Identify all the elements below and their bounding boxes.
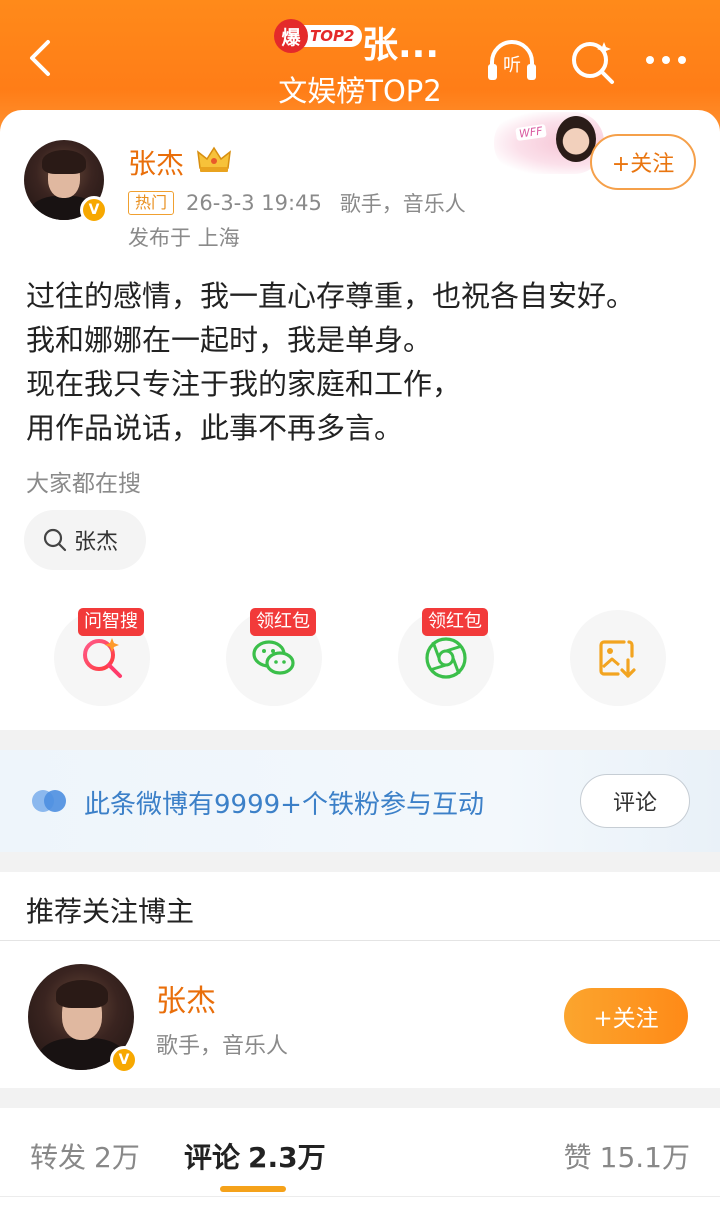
search-chip-label: 张杰 bbox=[74, 530, 119, 555]
fans-text: 此条微博有9999+个铁粉参与互动 bbox=[84, 790, 484, 820]
tab-like-count: 15.1万 bbox=[599, 1141, 690, 1174]
hot-rank-label: TOP2 bbox=[302, 25, 363, 47]
tab-comment[interactable]: 评论 2.3万 bbox=[184, 1136, 326, 1176]
moments-icon bbox=[425, 637, 467, 679]
moments-badge: 领红包 bbox=[422, 608, 488, 636]
hot-icon: 爆 bbox=[274, 19, 308, 53]
recommend-title: 推荐关注博主 bbox=[26, 895, 195, 928]
search-icon bbox=[43, 528, 67, 552]
post-location: 发布于 上海 bbox=[128, 226, 240, 250]
more-icon[interactable] bbox=[640, 36, 696, 86]
post-time: 26-3-3 19:45 bbox=[186, 191, 322, 215]
search-spark-icon[interactable] bbox=[566, 36, 622, 86]
fans-interaction-strip[interactable]: 此条微博有9999+个铁粉参与互动 评论 bbox=[0, 750, 720, 852]
ai-search-icon bbox=[83, 638, 122, 678]
fans-comment-button[interactable]: 评论 bbox=[580, 774, 690, 828]
recommend-follow-button[interactable]: +关注 bbox=[564, 988, 688, 1044]
topic-title[interactable]: 张... bbox=[362, 16, 439, 68]
decor-tag: WFF bbox=[515, 124, 547, 141]
ai-search-badge: 问智搜 bbox=[78, 608, 144, 636]
fans-icon bbox=[32, 790, 66, 812]
follow-button[interactable]: +关注 bbox=[590, 134, 696, 190]
verified-icon: V bbox=[110, 1046, 138, 1074]
post-text-line: 我和娜娜在一起时，我是单身。 bbox=[26, 323, 433, 357]
user-identity: 歌手，音乐人 bbox=[339, 192, 466, 216]
tab-forward-count: 2万 bbox=[94, 1141, 140, 1174]
post-text-line: 过往的感情，我一直心存尊重，也祝各自安好。 bbox=[26, 279, 636, 313]
recommend-desc: 歌手，音乐人 bbox=[156, 1034, 289, 1059]
post-text: 过往的感情，我一直心存尊重，也祝各自安好。 我和娜娜在一起时，我是单身。 现在我… bbox=[26, 274, 706, 450]
recommend-avatar[interactable]: V bbox=[28, 964, 138, 1074]
hot-tag: 热门 bbox=[128, 191, 175, 215]
tab-like[interactable]: 赞 15.1万 bbox=[564, 1136, 690, 1176]
tab-forward-label: 转发 bbox=[30, 1141, 87, 1174]
post-text-line: 用作品说话，此事不再多言。 bbox=[26, 411, 404, 445]
user-avatar[interactable]: V bbox=[24, 140, 108, 224]
crown-icon bbox=[197, 146, 231, 172]
verified-icon: V bbox=[80, 196, 108, 224]
user-name[interactable]: 张杰 bbox=[128, 142, 184, 182]
tab-like-label: 赞 bbox=[563, 1141, 592, 1174]
post-meta: 热门 26-3-3 19:45 歌手，音乐人 bbox=[128, 188, 466, 218]
listen-icon[interactable]: 听 bbox=[484, 36, 540, 86]
recommend-card: 推荐关注博主 V 张杰 歌手，音乐人 +关注 bbox=[0, 872, 720, 1088]
decor-banner[interactable]: WFF bbox=[494, 112, 604, 174]
post-text-line: 现在我只专注于我的家庭和工作， bbox=[26, 367, 462, 401]
wechat-icon bbox=[252, 640, 295, 675]
wechat-badge: 领红包 bbox=[250, 608, 316, 636]
interaction-tabs: 转发 2万 评论 2.3万 赞 15.1万 bbox=[0, 1108, 720, 1214]
tab-comment-count: 2.3万 bbox=[248, 1141, 326, 1174]
listen-glyph: 听 bbox=[503, 55, 521, 76]
divider bbox=[0, 1196, 720, 1197]
tab-forward[interactable]: 转发 2万 bbox=[30, 1136, 140, 1176]
save-image-button[interactable] bbox=[570, 610, 666, 706]
search-chip[interactable]: 张杰 bbox=[24, 510, 146, 570]
post-card: V 张杰 热门 26-3-3 19:45 歌手，音乐人 发布于 上海 WFF +… bbox=[0, 110, 720, 730]
tab-active-indicator bbox=[220, 1186, 286, 1192]
divider bbox=[0, 940, 720, 941]
trending-search-label: 大家都在搜 bbox=[26, 471, 141, 497]
tab-comment-label: 评论 bbox=[184, 1141, 241, 1174]
save-image-icon bbox=[599, 640, 636, 678]
recommend-name[interactable]: 张杰 bbox=[156, 976, 216, 1020]
